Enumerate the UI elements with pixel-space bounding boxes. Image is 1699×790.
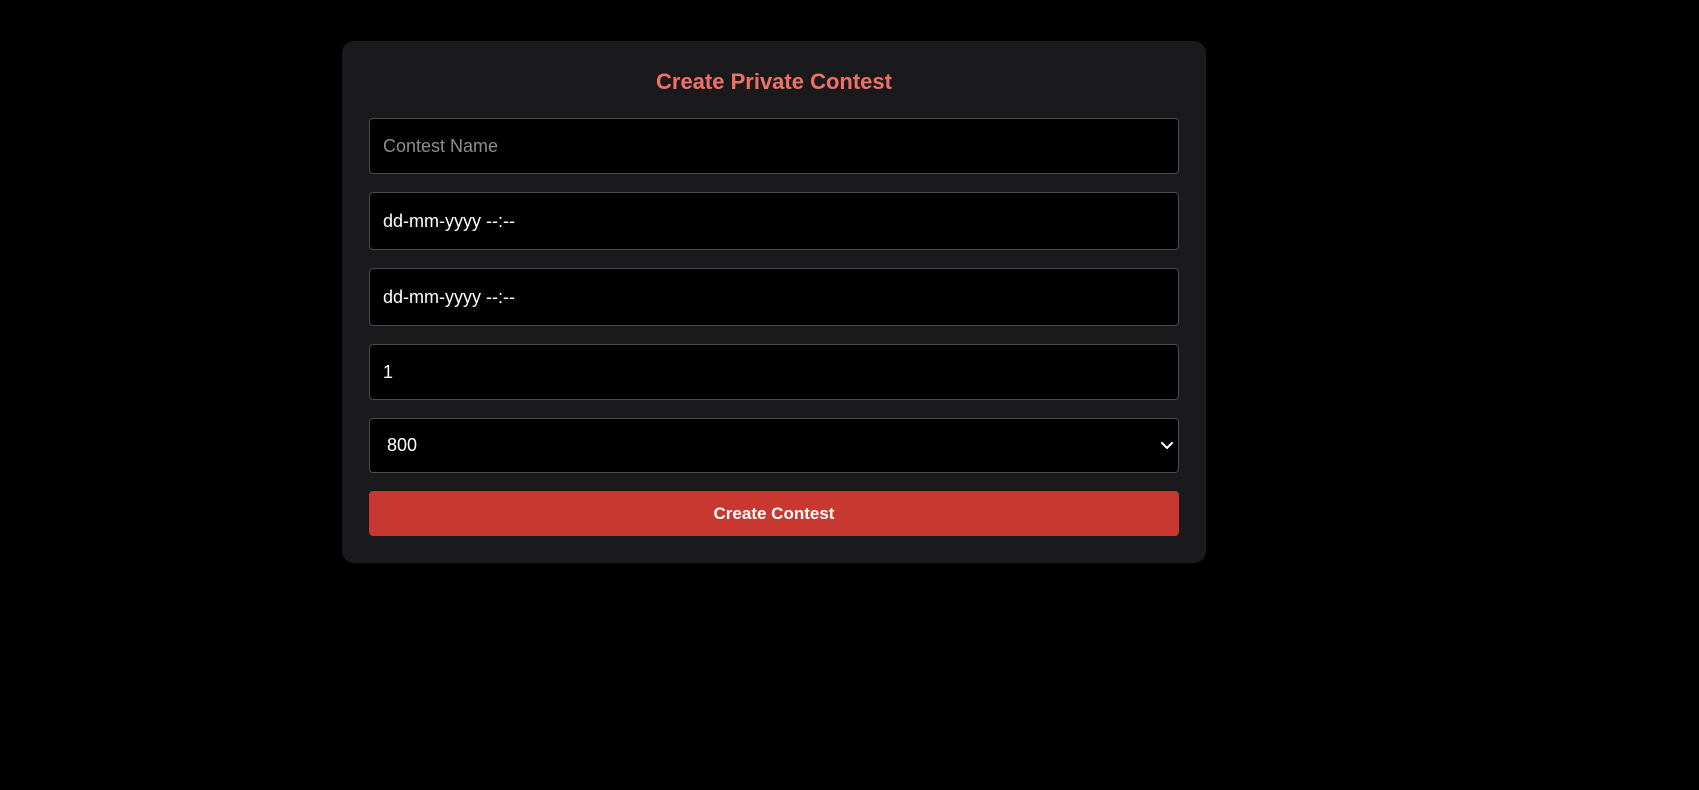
- rating-select[interactable]: 800: [369, 418, 1179, 473]
- chevron-down-icon: [1160, 439, 1174, 453]
- end-datetime-input[interactable]: dd-mm-yyyy --:--: [369, 268, 1179, 326]
- contest-name-input[interactable]: Contest Name: [369, 118, 1179, 174]
- create-contest-card: Create Private Contest Contest Name dd-m…: [342, 41, 1206, 563]
- create-contest-button[interactable]: Create Contest: [369, 491, 1179, 536]
- form-title: Create Private Contest: [656, 69, 892, 94]
- number-input[interactable]: 1: [369, 344, 1179, 400]
- rating-select-value: 800: [387, 435, 418, 455]
- start-datetime-input[interactable]: dd-mm-yyyy --:--: [369, 192, 1179, 250]
